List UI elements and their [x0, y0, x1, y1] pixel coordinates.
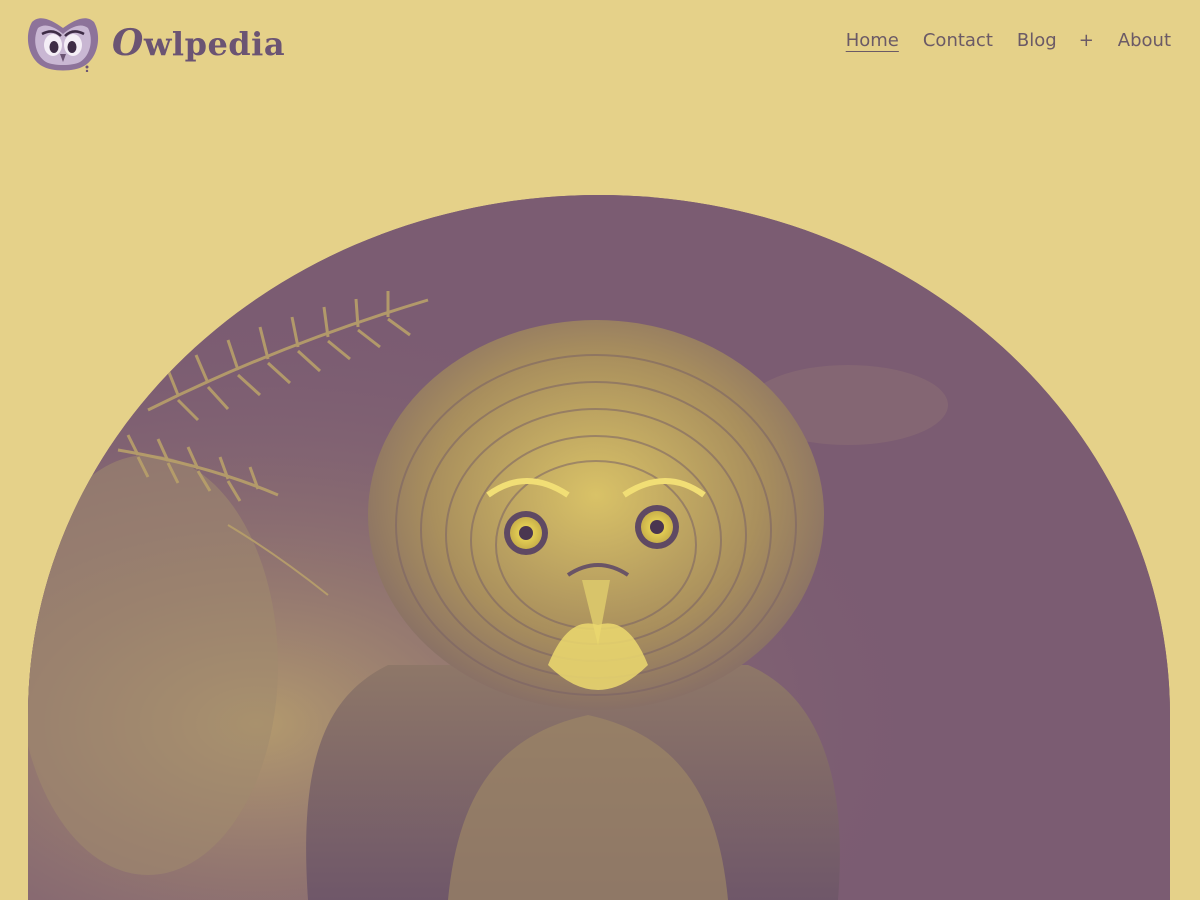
owl-photo-image	[28, 195, 1170, 900]
hero-image-frame	[28, 195, 1170, 900]
site-title: Owlpedia	[112, 22, 285, 64]
nav-item-about[interactable]: About	[1118, 28, 1171, 54]
primary-nav: Home Contact Blog + About	[846, 28, 1171, 54]
nav-item-home[interactable]: Home	[846, 28, 899, 54]
submenu-expand-toggle[interactable]: +	[1079, 28, 1094, 54]
site-logo-link[interactable]: Owlpedia	[26, 14, 285, 72]
owl-face-icon	[27, 18, 99, 72]
site-header: Owlpedia Home Contact Blog + About	[0, 0, 1200, 90]
nav-item-contact[interactable]: Contact	[923, 28, 993, 54]
site-title-initial: O	[112, 22, 144, 64]
nav-item-blog[interactable]: Blog	[1017, 28, 1057, 54]
site-title-rest: wlpedia	[143, 25, 286, 63]
